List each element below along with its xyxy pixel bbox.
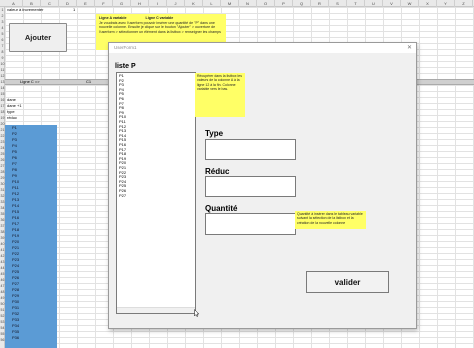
note-body: Je voudrais avec l'userform pouvoir insé… [99, 20, 221, 34]
column-header-u[interactable]: U [365, 0, 383, 7]
userform-window: UserForm1 ✕ liste P P1 P2 P3 P4 P5 P6 P7 P8 P9 P1… [108, 42, 417, 329]
valider-button[interactable]: valider [306, 271, 389, 293]
column-header-k[interactable]: K [185, 0, 203, 7]
column-header-v[interactable]: V [383, 0, 401, 7]
quantite-note: Quantité à insérer dans le tableau varia… [295, 211, 366, 229]
column-header-s[interactable]: S [329, 0, 347, 7]
column-header-a[interactable]: A [5, 0, 23, 7]
quantite-label: Quantité [205, 204, 238, 213]
column-header-y[interactable]: Y [437, 0, 455, 7]
cell-c5[interactable]: C1 [86, 79, 91, 85]
column-header-e[interactable]: E [77, 0, 95, 7]
cell-a5[interactable]: Ligne C => [20, 79, 40, 85]
column-header-b[interactable]: B [23, 0, 41, 7]
column-header-j[interactable]: J [167, 0, 185, 7]
list-label: liste P [115, 63, 136, 70]
type-field[interactable] [205, 139, 296, 160]
horizontal-scrollbar[interactable] [117, 307, 195, 313]
listbox-note: Récupérer dans la listbox les valeurs de… [195, 73, 245, 117]
column-header-z[interactable]: Z [455, 0, 473, 7]
quantite-field[interactable] [205, 213, 296, 235]
note-title-a: Ligne A variable [99, 16, 127, 20]
column-header-c[interactable]: C [41, 0, 59, 7]
column-header-w[interactable]: W [401, 0, 419, 7]
listbox-item[interactable]: P27 [119, 193, 126, 199]
p-cell[interactable]: P36 [12, 335, 19, 341]
column-header-t[interactable]: T [347, 0, 365, 7]
type-label: Type [205, 129, 224, 138]
cell-a1[interactable]: valeur à incrementer [7, 7, 43, 13]
mouse-cursor-icon [194, 309, 199, 317]
column-header-r[interactable]: R [311, 0, 329, 7]
column-headers: ABCDEFGHIJKLMNOPQRSTUVWXYZ [0, 0, 474, 7]
p-values-column[interactable]: P1 P2 P3 P4 P5 P6 P7 P8 P9 P10 P11 P12 P13 P14 P15 P16 P… [5, 125, 57, 348]
userform-titlebar[interactable]: UserForm1 ✕ [109, 43, 416, 53]
cell-a11[interactable]: réduc [7, 115, 17, 121]
note-title-c: Ligne C variable [145, 16, 174, 20]
column-header-o[interactable]: O [257, 0, 275, 7]
cell-b1[interactable]: 1 [73, 7, 75, 13]
reduc-field[interactable] [205, 176, 296, 197]
column-header-p[interactable]: P [275, 0, 293, 7]
reduc-label: Réduc [205, 167, 230, 176]
userform-title: UserForm1 [114, 45, 137, 50]
column-header-h[interactable]: H [131, 0, 149, 7]
column-header-d[interactable]: D [59, 0, 77, 7]
column-header-i[interactable]: I [149, 0, 167, 7]
column-header-n[interactable]: N [239, 0, 257, 7]
column-header-q[interactable]: Q [293, 0, 311, 7]
ajouter-button[interactable]: Ajouter [9, 23, 67, 52]
column-header-f[interactable]: F [95, 0, 113, 7]
column-header-g[interactable]: G [113, 0, 131, 7]
column-header-x[interactable]: X [419, 0, 437, 7]
column-header-m[interactable]: M [221, 0, 239, 7]
close-icon[interactable]: ✕ [407, 43, 412, 53]
listbox-p[interactable]: P1 P2 P3 P4 P5 P6 P7 P8 P9 P10 P11 P12 P13 P14 P15 P16 P… [116, 72, 196, 314]
column-header-l[interactable]: L [203, 0, 221, 7]
